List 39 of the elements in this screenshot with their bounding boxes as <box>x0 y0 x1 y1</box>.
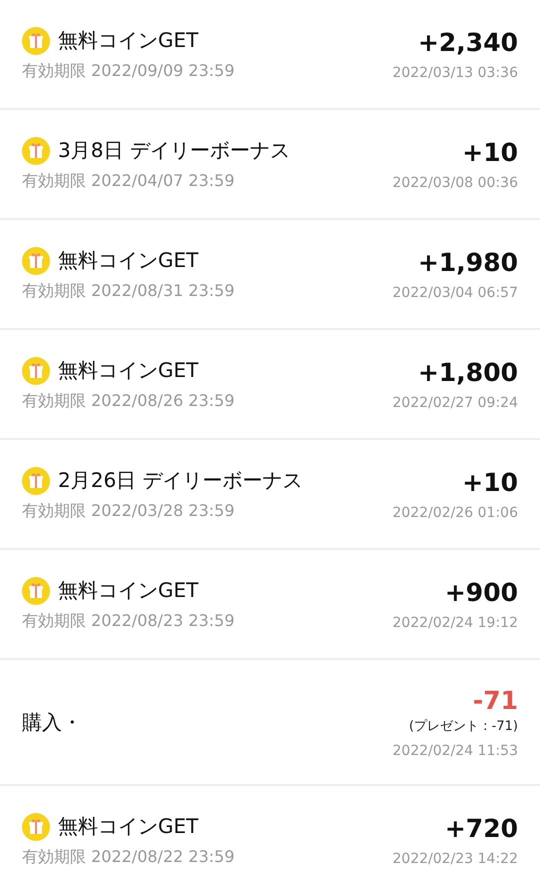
expiry-date: 有効期限 2022/04/07 23:59 <box>22 170 236 192</box>
coin-amount: +10 <box>462 468 518 496</box>
expiry-date: 有効期限 2022/08/23 23:59 <box>22 610 234 632</box>
coin-amount: +1,800 <box>418 358 518 386</box>
expiry-date: 有効期限 2022/08/26 23:59 <box>22 390 234 412</box>
coin-amount: +1,980 <box>418 248 518 276</box>
coin-amount: +2,340 <box>418 28 518 56</box>
gift-icon <box>22 26 50 54</box>
transaction-title: 3月8日 デイリーボーナス <box>58 137 290 164</box>
transaction-title: 2月26日 デイリーボーナス <box>58 467 303 494</box>
transaction-title: 無料コインGET <box>58 357 198 384</box>
transaction-date: 2022/02/27 09:24 <box>392 394 518 410</box>
coin-amount: +720 <box>444 814 518 842</box>
transaction-date: 2022/02/23 14:22 <box>392 850 518 866</box>
amount-note: (プレゼント : -71) <box>408 718 518 734</box>
transaction-date: 2022/03/04 06:57 <box>392 284 518 300</box>
transaction-date: 2022/02/26 01:06 <box>392 504 518 520</box>
transaction-date: 2022/02/24 19:12 <box>392 614 518 630</box>
expiry-date: 有効期限 2022/08/31 23:59 <box>22 280 234 302</box>
transaction-title: 無料コインGET <box>58 813 198 840</box>
gift-icon <box>22 356 50 384</box>
expiry-date: 有効期限 2022/09/09 23:59 <box>22 60 234 82</box>
transaction-date: 2022/03/13 03:36 <box>392 64 518 80</box>
coin-amount: -71 <box>472 686 518 714</box>
gift-icon <box>22 576 50 604</box>
transaction-title: 無料コインGET <box>58 247 198 274</box>
expiry-date: 有効期限 2022/03/28 23:59 <box>22 500 236 522</box>
gift-icon <box>22 246 50 274</box>
transaction-title: 購入・ <box>22 708 82 736</box>
gift-icon <box>22 136 50 164</box>
gift-icon <box>22 812 50 840</box>
gift-icon <box>22 466 50 494</box>
coin-amount: +10 <box>462 138 518 166</box>
transaction-title: 無料コインGET <box>58 27 198 54</box>
transaction-date: 2022/02/24 11:53 <box>392 742 518 758</box>
transaction-title: 無料コインGET <box>58 577 198 604</box>
transaction-date: 2022/03/08 00:36 <box>392 174 518 190</box>
expiry-date: 有効期限 2022/08/22 23:59 <box>22 846 234 868</box>
coin-amount: +900 <box>444 578 518 606</box>
